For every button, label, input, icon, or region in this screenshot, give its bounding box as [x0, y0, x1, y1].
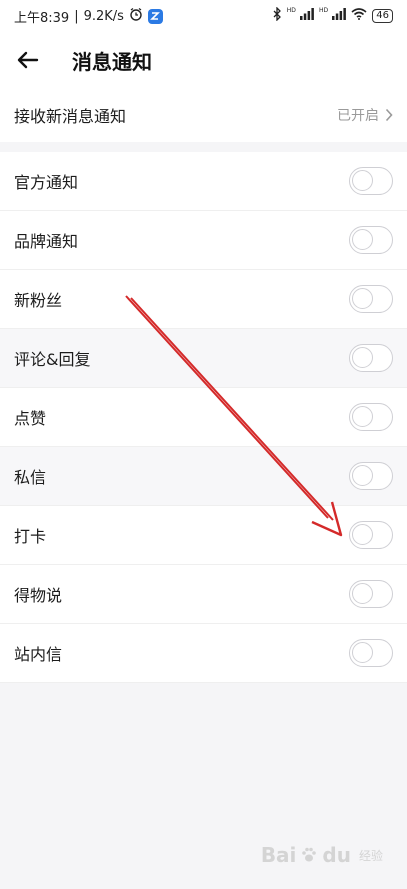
chevron-right-icon	[385, 108, 393, 122]
toggle-knob	[352, 583, 373, 604]
watermark-sub: 经验	[358, 848, 383, 863]
network-speed: 9.2K/s	[83, 8, 124, 24]
toggle-knob	[352, 170, 373, 191]
list-item-official: 官方通知	[0, 152, 407, 211]
status-left: 上午8:39 | 9.2K/s	[14, 7, 163, 26]
item-label: 新粉丝	[14, 291, 63, 310]
item-label: 打卡	[14, 527, 47, 546]
list-item-inbox: 站内信	[0, 624, 407, 683]
toggle-switch[interactable]	[349, 462, 393, 490]
status-separator: |	[74, 8, 79, 24]
list-item-new-fans: 新粉丝	[0, 270, 407, 329]
alarm-icon	[129, 7, 143, 25]
toggle-knob	[352, 406, 373, 427]
status-bar: 上午8:39 | 9.2K/s HD HD 46	[0, 0, 407, 32]
paw-icon	[302, 847, 317, 862]
item-label: 私信	[14, 468, 47, 487]
watermark-text-2: du	[322, 843, 351, 867]
list-item-checkin: 打卡	[0, 506, 407, 565]
list-item-messages: 私信	[0, 447, 407, 506]
toggle-switch[interactable]	[349, 639, 393, 667]
app-header: 消息通知	[0, 32, 407, 88]
notification-settings-list: 官方通知 品牌通知 新粉丝 评论&回复 点赞 私信 打卡 得物说 站内信	[0, 152, 407, 683]
toggle-switch[interactable]	[349, 403, 393, 431]
list-item-comments: 评论&回复	[0, 329, 407, 388]
toggle-knob	[352, 465, 373, 486]
bluetooth-icon	[272, 6, 282, 25]
toggle-knob	[352, 524, 373, 545]
wifi-icon	[351, 8, 367, 24]
item-label: 品牌通知	[14, 232, 79, 251]
app-notification-icon	[147, 8, 163, 24]
list-item-brand: 品牌通知	[0, 211, 407, 270]
item-label: 官方通知	[14, 173, 79, 192]
receive-notifications-row[interactable]: 接收新消息通知 已开启	[0, 88, 407, 142]
toggle-knob	[352, 347, 373, 368]
toggle-knob	[352, 229, 373, 250]
status-right: HD HD 46	[272, 6, 393, 25]
baidu-watermark: Bai du 经验	[261, 843, 383, 867]
toggle-switch[interactable]	[349, 580, 393, 608]
item-label: 点赞	[14, 409, 47, 428]
list-item-dewu-say: 得物说	[0, 565, 407, 624]
signal-icon-2: HD	[319, 8, 347, 24]
watermark-text: Bai	[260, 843, 297, 867]
item-label: 得物说	[14, 586, 63, 605]
toggle-switch[interactable]	[349, 521, 393, 549]
toggle-switch[interactable]	[349, 167, 393, 195]
toggle-switch[interactable]	[349, 226, 393, 254]
list-item-likes: 点赞	[0, 388, 407, 447]
item-label: 评论&回复	[14, 350, 91, 369]
signal-icon: HD	[287, 8, 314, 24]
status-text: 已开启	[337, 108, 379, 124]
back-button[interactable]	[2, 32, 54, 88]
arrow-left-icon	[17, 51, 39, 69]
toggle-knob	[352, 288, 373, 309]
receive-notifications-label: 接收新消息通知	[14, 107, 127, 126]
toggle-switch[interactable]	[349, 344, 393, 372]
item-label: 站内信	[14, 645, 63, 664]
status-time: 上午8:39	[14, 10, 70, 26]
toggle-switch[interactable]	[349, 285, 393, 313]
page-title: 消息通知	[72, 49, 152, 74]
receive-notifications-status: 已开启	[337, 105, 393, 125]
battery-indicator: 46	[372, 9, 393, 23]
toggle-knob	[352, 642, 373, 663]
